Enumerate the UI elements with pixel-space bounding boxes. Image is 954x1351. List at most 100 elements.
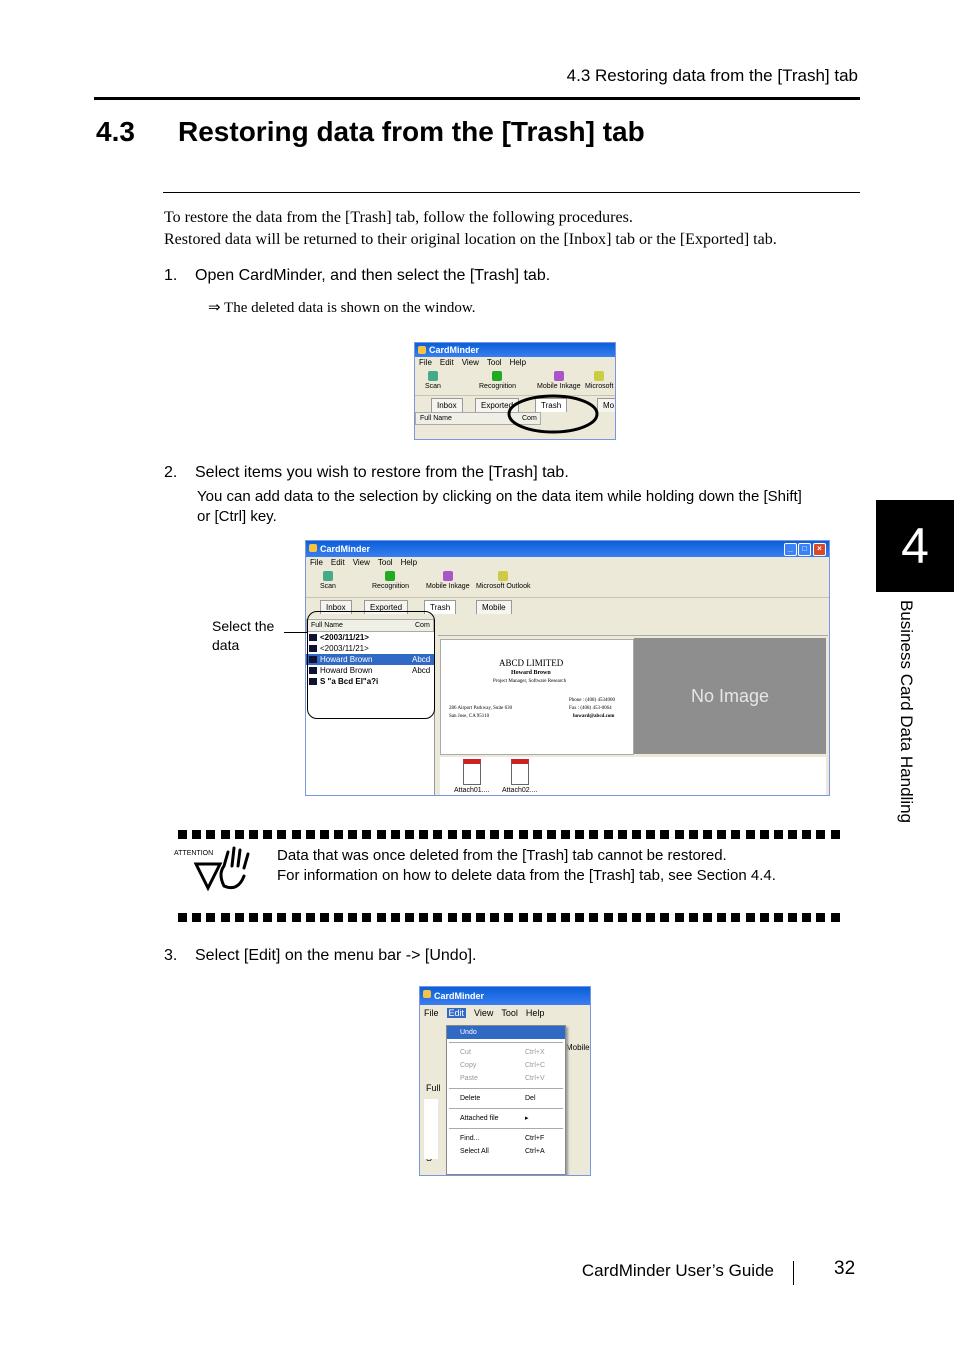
card-address-2: San Jose, CA 95110 <box>449 714 490 719</box>
minimize-button[interactable]: _ <box>784 543 797 556</box>
menu-item-copy[interactable]: Copy Ctrl+C <box>447 1059 565 1072</box>
attention-top-border <box>178 826 852 839</box>
attention-text: Data that was once deleted from the [Tra… <box>277 846 776 886</box>
dash-square <box>731 830 741 839</box>
menu-item-cut[interactable]: Cut Ctrl+X <box>447 1046 565 1059</box>
scan-icon <box>427 371 438 381</box>
dash-square <box>234 830 244 839</box>
header-rule <box>94 97 860 100</box>
scan-button[interactable]: Scan <box>320 571 336 590</box>
attention-icon: ATTENTION <box>174 846 250 892</box>
mobile-inkage-button[interactable]: Mobile Inkage <box>426 571 470 590</box>
side-fragment-mobile: Mobile <box>566 1043 590 1052</box>
menu-item-shortcut: Ctrl+A <box>525 1148 545 1155</box>
dash-square <box>390 830 400 839</box>
dash-square <box>830 830 840 839</box>
menu-item-select-all[interactable]: Select All Ctrl+A <box>447 1145 565 1158</box>
dash-square <box>461 913 471 922</box>
menu-edit[interactable]: Edit <box>331 558 345 567</box>
app-icon <box>423 990 431 998</box>
menu-view[interactable]: View <box>462 358 479 367</box>
side-fragment-full: Full <box>426 1083 441 1093</box>
step-2: 2. Select items you wish to restore from … <box>164 464 569 482</box>
dash-square <box>617 830 627 839</box>
attachment-2[interactable]: Attach02.... <box>502 759 537 794</box>
dash-square <box>390 913 400 922</box>
step-3-number: 3. <box>164 947 178 964</box>
recognition-button[interactable]: Recognition <box>479 371 516 390</box>
attention-line-2: For information on how to delete data fr… <box>277 867 776 884</box>
dash-square <box>759 913 769 922</box>
dash-square <box>362 830 372 839</box>
menu-help[interactable]: Help <box>401 558 417 567</box>
menu-item-paste[interactable]: Paste Ctrl+V <box>447 1072 565 1085</box>
menu-item-find[interactable]: Find... Ctrl+F <box>447 1132 565 1145</box>
menu-file[interactable]: File <box>419 358 432 367</box>
menu-item-attached-file[interactable]: Attached file ▸ <box>447 1112 565 1125</box>
menu-help[interactable]: Help <box>526 1008 545 1018</box>
chapter-title: Business Card Data Handling <box>897 600 916 824</box>
dash-square <box>490 913 500 922</box>
dash-square <box>447 913 457 922</box>
scan-label: Scan <box>320 583 336 590</box>
menu-edit[interactable]: Edit <box>446 1008 467 1018</box>
microsoft-button[interactable]: Microsoft <box>585 371 613 390</box>
scan-button[interactable]: Scan <box>425 371 441 390</box>
menu-separator <box>449 1042 563 1043</box>
dash-square <box>419 830 429 839</box>
menu-tool[interactable]: Tool <box>501 1008 518 1018</box>
menu-item-shortcut: ▸ <box>525 1115 529 1122</box>
dash-square <box>334 913 344 922</box>
menu-view[interactable]: View <box>353 558 370 567</box>
menu-file[interactable]: File <box>424 1008 439 1018</box>
window-title: CardMinder <box>429 345 480 355</box>
step-3: 3. Select [Edit] on the menu bar -> [Undo… <box>164 947 477 965</box>
mobile-inkage-button[interactable]: Mobile Inkage <box>537 371 581 390</box>
menu-tool[interactable]: Tool <box>487 358 502 367</box>
dash-square <box>702 830 712 839</box>
chapter-side-label: Business Card Data Handling <box>886 600 926 900</box>
dash-square <box>575 913 585 922</box>
menu-file[interactable]: File <box>310 558 323 567</box>
dash-square <box>660 830 670 839</box>
dash-square <box>731 913 741 922</box>
close-button[interactable]: × <box>813 543 826 556</box>
dash-square <box>234 913 244 922</box>
dash-square <box>589 830 599 839</box>
dash-square <box>376 830 386 839</box>
dash-square <box>660 913 670 922</box>
dash-square <box>773 913 783 922</box>
dash-square <box>475 913 485 922</box>
tab-mobile[interactable]: Mobile <box>476 600 512 614</box>
menu-bar: File Edit View Tool Help <box>415 357 615 369</box>
tab-inbox[interactable]: Inbox <box>431 398 463 412</box>
col-full-name[interactable]: Full Name <box>420 415 452 422</box>
menu-edit[interactable]: Edit <box>440 358 454 367</box>
dash-square <box>688 830 698 839</box>
menu-item-label: Attached file <box>460 1115 499 1122</box>
dash-square <box>717 830 727 839</box>
dash-square <box>319 913 329 922</box>
outlook-button[interactable]: Microsoft Outlook <box>476 571 530 590</box>
menu-tool[interactable]: Tool <box>378 558 393 567</box>
dash-square <box>773 830 783 839</box>
window-titlebar: CardMinder <box>415 343 615 357</box>
dash-square <box>802 913 812 922</box>
recognition-icon <box>385 571 396 581</box>
section-title: 4.3 Restoring data from the [Trash] tab <box>96 116 645 148</box>
dash-square <box>830 913 840 922</box>
footer-guide-title: CardMinder User’s Guide <box>581 1261 774 1280</box>
menu-item-shortcut: Ctrl+F <box>525 1135 545 1142</box>
maximize-button[interactable]: □ <box>798 543 811 556</box>
dash-square <box>546 913 556 922</box>
step-2-note-1: You can add data to the selection by cli… <box>197 488 802 505</box>
attachment-1[interactable]: Attach01.... <box>454 759 489 794</box>
menu-view[interactable]: View <box>474 1008 493 1018</box>
dash-square <box>305 830 315 839</box>
menu-help[interactable]: Help <box>510 358 526 367</box>
dash-square <box>319 830 329 839</box>
menu-item-undo[interactable]: Undo <box>447 1026 565 1039</box>
dash-square <box>632 830 641 839</box>
menu-item-delete[interactable]: Delete Del <box>447 1092 565 1105</box>
recognition-button[interactable]: Recognition <box>372 571 409 590</box>
